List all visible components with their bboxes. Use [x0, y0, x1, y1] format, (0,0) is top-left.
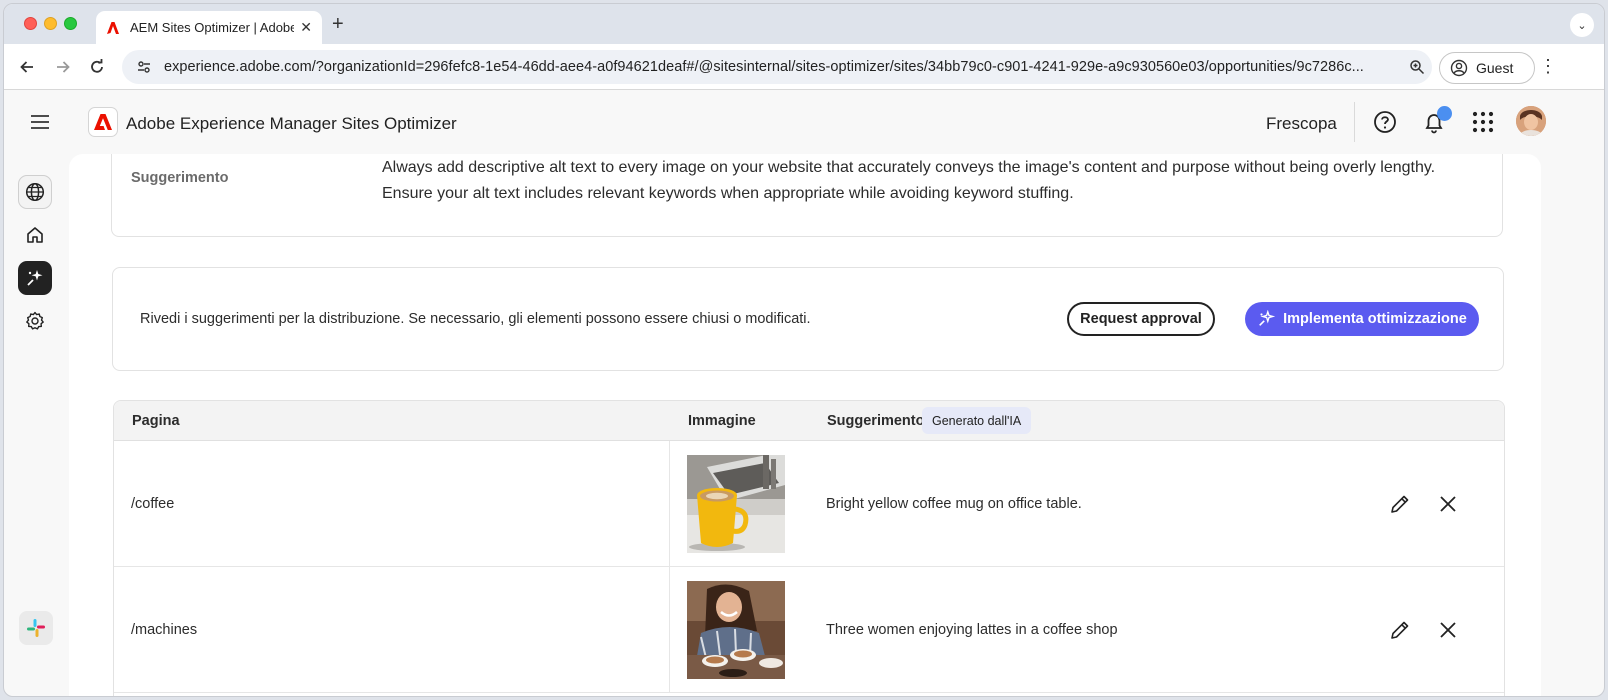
coffee-mug-thumbnail: [687, 455, 785, 553]
globe-icon: [25, 182, 45, 202]
tab-title: AEM Sites Optimizer | Adobe: [130, 20, 295, 35]
settings-nav-button[interactable]: [18, 304, 52, 338]
url-text: experience.adobe.com/?organizationId=296…: [164, 59, 1364, 75]
tab-strip: AEM Sites Optimizer | Adobe ✕ + ⌄: [4, 4, 1604, 44]
row-page-path: /machines: [131, 622, 198, 638]
minimize-window-button[interactable]: [44, 17, 57, 30]
column-header-suggestion: Suggerimento: [827, 413, 925, 429]
dismiss-icon[interactable]: [1436, 618, 1460, 642]
implement-optimization-button[interactable]: Implementa ottimizzazione: [1245, 302, 1479, 336]
app-title: Adobe Experience Manager Sites Optimizer: [126, 114, 457, 133]
magic-wand-icon: [27, 270, 43, 286]
notification-badge: [1437, 106, 1452, 121]
tab-close-icon[interactable]: ✕: [300, 19, 312, 36]
browser-window: AEM Sites Optimizer | Adobe ✕ + ⌄ experi…: [3, 3, 1605, 697]
gear-icon: [26, 311, 44, 330]
apps-grid-icon[interactable]: [1471, 110, 1495, 134]
table-header: Pagina Immagine Suggerimento Generato da…: [114, 401, 1504, 441]
profile-label: Guest: [1476, 60, 1514, 76]
column-header-page: Pagina: [132, 413, 180, 429]
profile-icon: [1450, 59, 1468, 77]
suggestions-table: Pagina Immagine Suggerimento Generato da…: [113, 400, 1505, 696]
user-avatar[interactable]: [1516, 106, 1546, 136]
browser-tab[interactable]: AEM Sites Optimizer | Adobe ✕: [96, 11, 322, 44]
review-message: Rivedi i suggerimenti per la distribuzio…: [140, 311, 811, 327]
table-row: /coffee Bright yellow coffee mug on offi…: [114, 441, 1504, 567]
column-header-image: Immagine: [688, 413, 756, 429]
request-approval-button[interactable]: Request approval: [1067, 302, 1215, 336]
address-bar[interactable]: experience.adobe.com/?organizationId=296…: [122, 50, 1432, 84]
implement-label: Implementa ottimizzazione: [1283, 311, 1467, 327]
profile-button[interactable]: Guest: [1439, 52, 1535, 84]
table-row: /machines Three women enjoying lattes in…: [114, 567, 1504, 693]
row-page-path: /coffee: [131, 496, 175, 512]
hamburger-menu-icon[interactable]: [30, 112, 50, 132]
browser-toolbar: experience.adobe.com/?organizationId=296…: [4, 44, 1604, 90]
browser-menu-icon[interactable]: ⋮: [1539, 56, 1557, 77]
row-suggestion-text: Three women enjoying lattes in a coffee …: [826, 622, 1118, 638]
maximize-window-button[interactable]: [64, 17, 77, 30]
back-icon[interactable]: [16, 56, 38, 78]
help-icon[interactable]: [1373, 110, 1397, 134]
magic-wand-icon: [1259, 310, 1276, 326]
ai-generated-badge: Generato dall'IA: [922, 407, 1032, 434]
column-divider: [669, 441, 670, 566]
main-content: Suggerimento Always add descriptive alt …: [69, 154, 1541, 696]
close-window-button[interactable]: [24, 17, 37, 30]
column-divider: [669, 567, 670, 692]
zoom-icon[interactable]: [1402, 59, 1432, 75]
suggestion-label: Suggerimento: [131, 170, 229, 186]
header-divider: [1354, 102, 1355, 142]
home-nav-button[interactable]: [18, 218, 52, 252]
edit-icon[interactable]: [1388, 492, 1412, 516]
actions-card: Rivedi i suggerimenti per la distribuzio…: [112, 267, 1504, 371]
adobe-favicon-icon: [107, 21, 119, 34]
row-suggestion-text: Bright yellow coffee mug on office table…: [826, 496, 1082, 512]
home-icon: [27, 227, 43, 243]
site-info-icon[interactable]: [134, 57, 154, 77]
women-lattes-thumbnail: [687, 581, 785, 679]
adobe-logo[interactable]: [88, 107, 118, 137]
edit-icon[interactable]: [1388, 618, 1412, 642]
reload-icon[interactable]: [86, 56, 108, 78]
dismiss-icon[interactable]: [1436, 492, 1460, 516]
new-tab-icon[interactable]: +: [332, 13, 344, 36]
suggestion-card: Suggerimento Always add descriptive alt …: [111, 154, 1503, 237]
opportunities-nav-button[interactable]: [18, 261, 52, 295]
slack-icon: [27, 619, 45, 637]
forward-icon[interactable]: [52, 56, 74, 78]
tab-search-icon[interactable]: ⌄: [1570, 13, 1594, 37]
sites-nav-button[interactable]: [18, 175, 52, 209]
suggestion-text: Always add descriptive alt text to every…: [382, 159, 1436, 202]
slack-button[interactable]: [19, 611, 53, 645]
org-switcher[interactable]: Frescopa: [1266, 114, 1337, 134]
app-header: Adobe Experience Manager Sites Optimizer…: [4, 90, 1604, 154]
